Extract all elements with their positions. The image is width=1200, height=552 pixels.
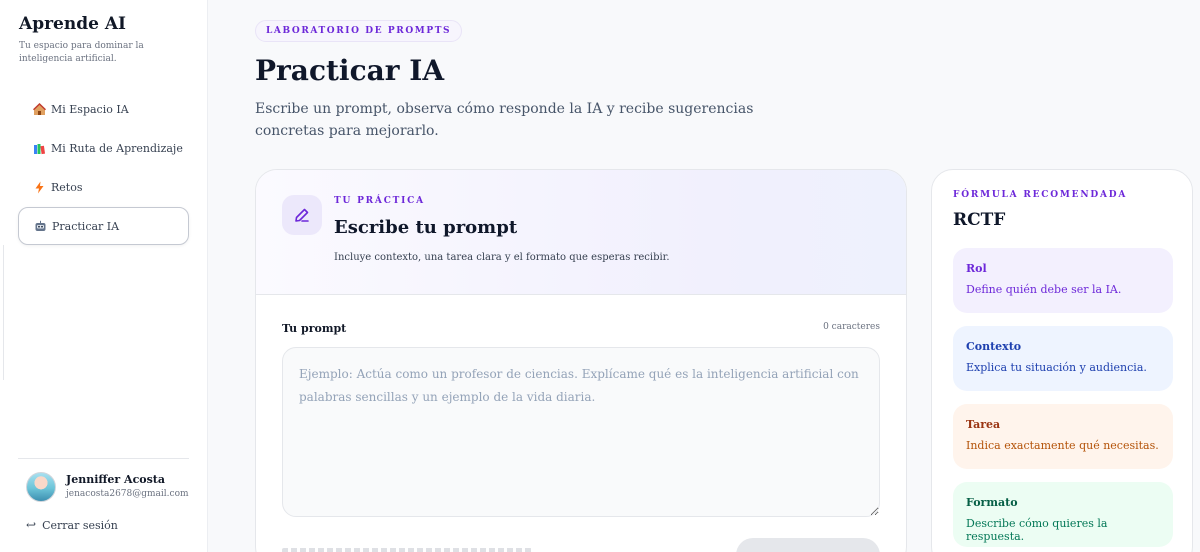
sidebar-item-mi-ruta[interactable]: Mi Ruta de Aprendizaje — [18, 129, 189, 167]
sidebar-divider — [18, 458, 189, 459]
brand-title: Aprende AI — [19, 14, 126, 34]
sidebar-item-label: Mi Ruta de Aprendizaje — [51, 141, 183, 155]
sidebar: Aprende AI Tu espacio para dominar la in… — [0, 0, 208, 552]
practice-card-header: TU PRÁCTICA Escribe tu prompt Incluye co… — [256, 170, 906, 295]
books-icon — [33, 142, 46, 155]
formula-item-tarea: Tarea Indica exactamente qué necesitas. — [953, 404, 1173, 469]
sidebar-item-label: Mi Espacio IA — [51, 102, 129, 116]
pencil-icon — [282, 195, 322, 235]
formula-item-desc: Explica tu situación y audiencia. — [966, 361, 1147, 374]
char-counter: 0 caracteres — [823, 322, 880, 332]
formula-title: RCTF — [953, 210, 1006, 230]
formula-item-desc: Define quién debe ser la IA. — [966, 283, 1122, 296]
page-description: Escribe un prompt, observa cómo responde… — [255, 101, 754, 139]
section-badge: LABORATORIO DE PROMPTS — [255, 20, 463, 42]
formula-item-rol: Rol Define quién debe ser la IA. — [953, 248, 1173, 313]
user-email: jenacosta2678@gmail.com — [66, 489, 189, 499]
practice-card: TU PRÁCTICA Escribe tu prompt Incluye co… — [255, 169, 907, 552]
avatar — [26, 472, 56, 502]
practice-title: Escribe tu prompt — [334, 217, 518, 238]
sidebar-item-label: Practicar IA — [52, 219, 120, 233]
sidebar-item-retos[interactable]: Retos — [18, 168, 189, 206]
formula-kicker: FÓRMULA RECOMENDADA — [953, 190, 1128, 200]
sidebar-item-practicar-ia[interactable]: Practicar IA — [18, 207, 189, 245]
prompt-field-label: Tu prompt — [282, 322, 347, 335]
return-arrow-icon: ↩ — [26, 518, 37, 532]
formula-item-name: Contexto — [966, 340, 1022, 353]
logout-button[interactable]: ↩ Cerrar sesión — [26, 518, 118, 532]
practice-subtitle: Incluye contexto, una tarea clara y el f… — [334, 252, 670, 263]
sidebar-item-label: Retos — [51, 180, 83, 194]
formula-item-name: Rol — [966, 262, 987, 275]
formula-item-desc: Indica exactamente qué necesitas. — [966, 439, 1159, 452]
formula-panel: FÓRMULA RECOMENDADA RCTF Rol Define quié… — [931, 169, 1193, 552]
brand-subtitle: Tu espacio para dominar la inteligencia … — [19, 41, 144, 64]
user-name: Jenniffer Acosta — [66, 473, 165, 486]
submit-prompt-button[interactable] — [736, 538, 880, 552]
formula-item-contexto: Contexto Explica tu situación y audienci… — [953, 326, 1173, 391]
robot-icon — [34, 220, 47, 233]
lightning-icon — [33, 181, 46, 194]
formula-item-name: Tarea — [966, 418, 1001, 431]
edge-divider — [0, 245, 4, 380]
formula-item-desc: Describe cómo quieres la respuesta. — [966, 517, 1108, 543]
formula-item-name: Formato — [966, 496, 1018, 509]
practice-kicker: TU PRÁCTICA — [334, 196, 425, 206]
sidebar-item-mi-espacio[interactable]: Mi Espacio IA — [18, 90, 189, 128]
hint-text — [282, 548, 532, 552]
logout-label: Cerrar sesión — [42, 518, 118, 532]
page-title: Practicar IA — [255, 54, 445, 87]
house-icon — [33, 102, 46, 116]
formula-item-formato: Formato Describe cómo quieres la respues… — [953, 482, 1173, 547]
prompt-textarea[interactable] — [282, 347, 880, 517]
